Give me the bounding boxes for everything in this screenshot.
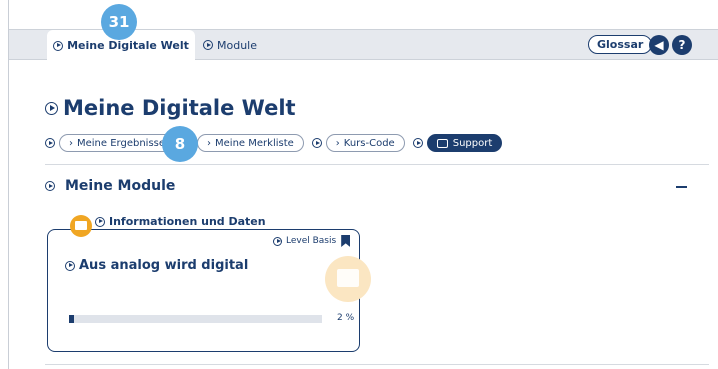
card-category-label: Informationen und Daten (109, 215, 266, 228)
collapse-icon[interactable] (676, 186, 687, 188)
progress-fill (69, 315, 75, 323)
level-label: Level Basis (286, 236, 337, 246)
play-icon[interactable] (273, 236, 282, 246)
folder-info-icon (325, 256, 371, 302)
card-title-text: Aus analog wird digital (79, 258, 249, 273)
section-title-text: Meine Module (65, 178, 176, 194)
play-icon[interactable] (95, 216, 105, 227)
level-indicator: Level Basis (273, 235, 351, 247)
module-card[interactable] (47, 229, 360, 352)
nav-label: Kurs-Code (343, 137, 395, 149)
play-icon[interactable] (45, 101, 58, 115)
sub-navigation: › Meine Ergebnisse › Meine Merkliste › Kurs… (45, 134, 510, 152)
divider (45, 164, 709, 165)
card-title[interactable]: Aus analog wird digital (65, 258, 248, 273)
support-button[interactable]: Support (426, 134, 503, 152)
tab-label: Module (217, 38, 257, 52)
folder-icon (70, 215, 92, 237)
chat-icon (436, 138, 448, 148)
tab-module[interactable]: Module (203, 30, 257, 60)
play-icon[interactable] (311, 138, 322, 148)
annotation-badge: 31 (101, 4, 137, 40)
page-title: Meine Digitale Welt (45, 96, 296, 120)
chevron-right-icon: › (335, 137, 340, 149)
tab-label: Meine Digitale Welt (67, 39, 189, 52)
progress-bar (69, 315, 322, 323)
nav-label: Support (452, 137, 493, 149)
play-icon[interactable] (65, 260, 75, 271)
section-title: Meine Module (45, 178, 175, 194)
play-icon[interactable] (45, 181, 55, 191)
play-icon[interactable] (53, 40, 64, 51)
page-title-text: Meine Digitale Welt (63, 96, 296, 120)
nav-kurs-code[interactable]: › Kurs-Code (325, 134, 405, 152)
nav-meine-ergebnisse[interactable]: › Meine Ergebnisse (59, 134, 176, 152)
bookmark-icon[interactable] (341, 235, 351, 247)
help-icon[interactable]: ? (672, 35, 692, 55)
glossar-button[interactable]: Glossar (588, 35, 653, 54)
app-frame: Meine Digitale Welt Module Glossar ◀ ? M… (8, 0, 718, 369)
chevron-right-icon: › (207, 137, 212, 149)
play-icon[interactable] (45, 138, 55, 148)
play-icon[interactable] (412, 138, 423, 148)
play-icon[interactable] (203, 40, 213, 50)
card-category: Informationen und Daten (63, 215, 272, 228)
chevron-right-icon: › (69, 137, 73, 149)
nav-label: Meine Merkliste (215, 137, 294, 149)
nav-meine-merkliste[interactable]: › Meine Merkliste (197, 134, 304, 152)
sound-muted-icon[interactable]: ◀ (649, 35, 669, 55)
annotation-badge: 8 (162, 126, 198, 162)
nav-label: Meine Ergebnisse (77, 137, 166, 149)
divider (45, 364, 709, 365)
progress-text: 2 % (337, 313, 355, 323)
